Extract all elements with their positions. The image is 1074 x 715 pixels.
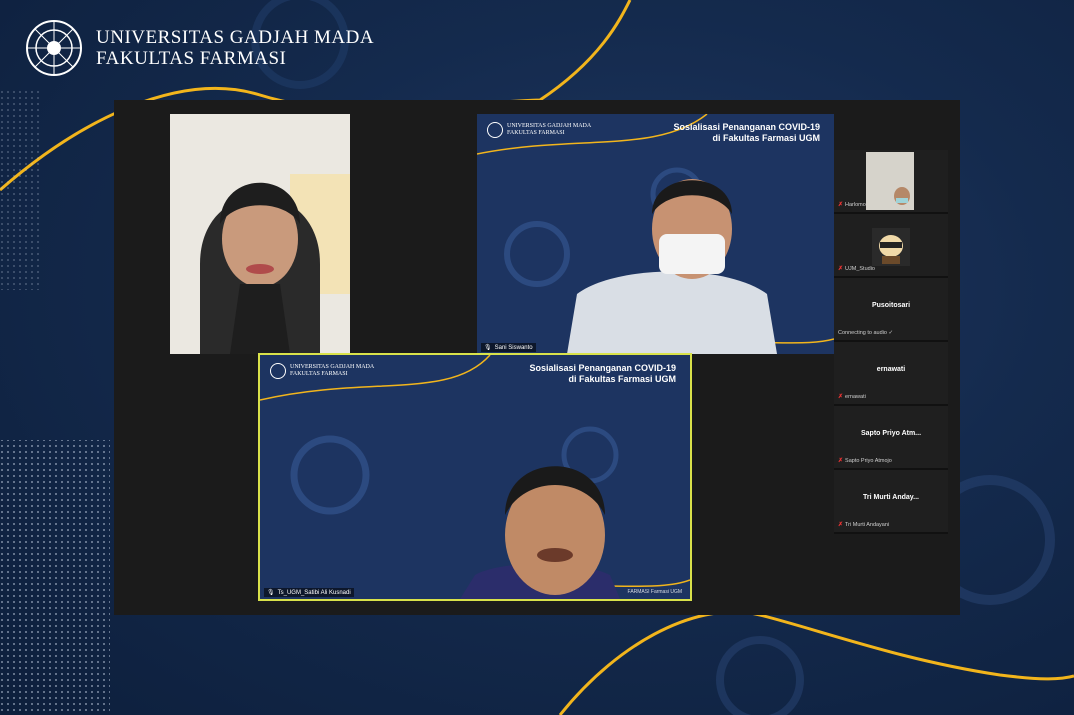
participant-video-icon <box>866 152 914 210</box>
slide-logo-icon <box>487 122 503 138</box>
gallery-center-name: Tri Murti Anday... <box>862 494 919 501</box>
slide-brand-line2: FAKULTAS FARMASI <box>290 371 348 377</box>
mic-muted-icon: ✗ <box>838 202 844 208</box>
slide-mini-brand: UNIVERSITAS GADJAH MADA FAKULTAS FARMASI <box>270 363 374 379</box>
gallery-name-label: ✗ Tri Murti Andayani <box>838 521 890 529</box>
gallery-name: Tri Murti Andayani <box>845 521 890 528</box>
slide-brand-line1: UNIVERSITAS GADJAH MADA <box>290 364 375 371</box>
mic-icon: 🎙 <box>484 345 492 351</box>
slide-title: Sosialisasi Penanganan COVID-19 di Fakul… <box>673 122 820 145</box>
gallery-center-name: Sapto Priyo Atm... <box>860 430 922 437</box>
mic-muted-icon: ✗ <box>838 266 844 272</box>
gallery-center-name: ernawati <box>876 366 906 373</box>
participant-name-tag: 🎙 Ts_UGM_Satibi Ali Kusnadi <box>264 588 354 597</box>
participant-name: Sani Siswanto <box>494 344 533 351</box>
gallery-name: ernawati <box>845 393 866 400</box>
gallery-tile[interactable]: ✗ Harlomo <box>834 150 948 214</box>
gallery-status-label: Connecting to audio ✓ <box>838 330 893 336</box>
slide-title-line1: Sosialisasi Penanganan COVID-19 <box>673 122 820 132</box>
ugm-logo-icon <box>26 20 82 76</box>
slide-title-line1: Sosialisasi Penanganan COVID-19 <box>529 363 676 373</box>
gallery-name-label: ✗ Sapto Priyo Atmojo <box>838 457 892 465</box>
gallery-name-label: ✗ ernawati <box>838 393 866 401</box>
gallery-name-label: ✗ Harlomo <box>838 201 866 209</box>
gallery-name-label: ✗ UJM_Studio <box>838 265 875 273</box>
participant-video-icon <box>170 114 350 354</box>
brand-university-name: UNIVERSITAS GADJAH MADA <box>96 27 375 48</box>
gallery-status: Connecting to audio ✓ <box>838 330 894 336</box>
mic-icon: 🎙 <box>267 590 275 596</box>
brand-faculty-name: FAKULTAS FARMASI <box>96 48 287 69</box>
slide-title-line2: di Fakultas Farmasi UGM <box>712 133 820 144</box>
mic-muted-icon: ✗ <box>838 522 844 528</box>
gallery-tile[interactable]: Sapto Priyo Atm... ✗ Sapto Priyo Atmojo <box>834 406 948 470</box>
slide-background-icon <box>260 355 690 599</box>
university-brand: UNIVERSITAS GADJAH MADA FAKULTAS FARMASI <box>24 18 374 78</box>
gallery-name: UJM_Studio <box>845 265 875 272</box>
gallery-name: Sapto Priyo Atmojo <box>845 457 892 464</box>
participant-thumbnail <box>866 152 914 210</box>
gallery-center-name: Pusoitosari <box>871 302 911 309</box>
slide-brand-line2: FAKULTAS FARMASI <box>507 130 565 136</box>
gallery-name: Harlomo <box>845 201 866 208</box>
participant-name: Ts_UGM_Satibi Ali Kusnadi <box>277 589 351 596</box>
participant-name-tag: 🎙 Sani Siswanto <box>481 343 536 352</box>
slide-watermark: FARMASI Farmasi UGM <box>627 589 682 595</box>
participant-gallery: ✗ Harlomo ✗ UJM_Studio Pusoitosari Conne… <box>834 150 948 542</box>
slide-background-icon <box>477 114 834 354</box>
slide-logo-icon <box>270 363 286 379</box>
slide-title: Sosialisasi Penanganan COVID-19 di Fakul… <box>529 363 676 386</box>
slide-title-line2: di Fakultas Farmasi UGM <box>568 374 676 385</box>
mic-muted-icon: ✗ <box>838 458 844 464</box>
slide-mini-brand: UNIVERSITAS GADJAH MADA FAKULTAS FARMASI <box>487 122 591 138</box>
video-tile-presenter[interactable]: UNIVERSITAS GADJAH MADA FAKULTAS FARMASI… <box>477 114 834 354</box>
video-conference-window: UNIVERSITAS GADJAH MADA FAKULTAS FARMASI… <box>114 100 960 615</box>
studio-avatar-icon <box>872 228 910 266</box>
slide-brand-line1: UNIVERSITAS GADJAH MADA <box>507 123 592 130</box>
gallery-tile[interactable]: Pusoitosari Connecting to audio ✓ <box>834 278 948 342</box>
mic-muted-icon: ✗ <box>838 394 844 400</box>
video-tile-participant[interactable] <box>170 114 350 354</box>
gallery-tile[interactable]: ernawati ✗ ernawati <box>834 342 948 406</box>
video-tile-active-speaker[interactable]: UNIVERSITAS GADJAH MADA FAKULTAS FARMASI… <box>258 353 692 601</box>
gallery-tile[interactable]: ✗ UJM_Studio <box>834 214 948 278</box>
gallery-tile[interactable]: Tri Murti Anday... ✗ Tri Murti Andayani <box>834 470 948 534</box>
